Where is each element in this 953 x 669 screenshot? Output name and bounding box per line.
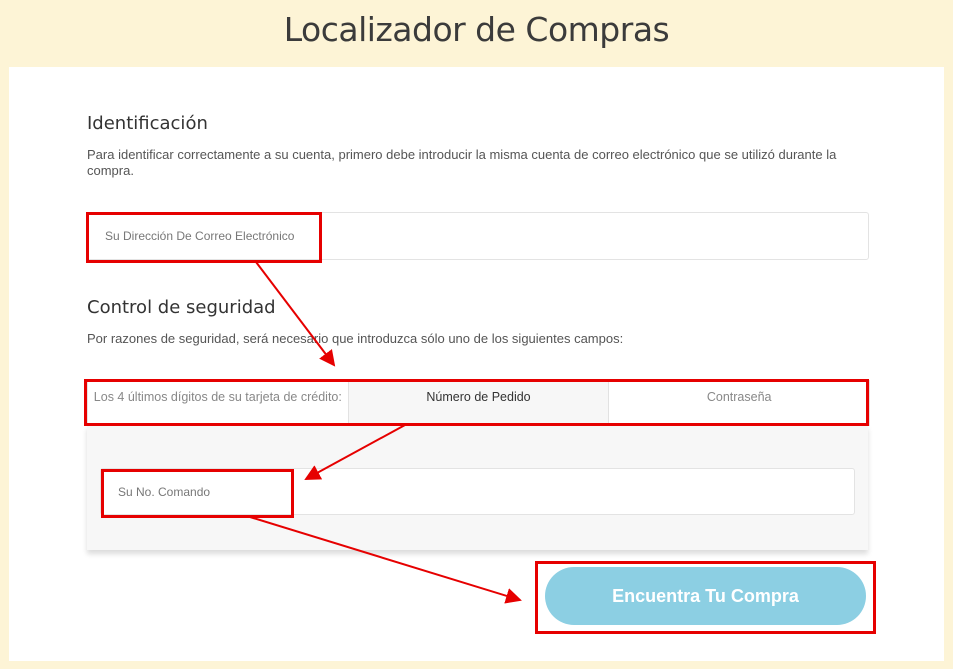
security-heading: Control de seguridad <box>87 297 276 318</box>
annotation-box-button <box>535 561 876 634</box>
identification-heading: Identificación <box>87 113 208 134</box>
annotation-box-email <box>86 212 322 263</box>
security-description: Por razones de seguridad, será necesario… <box>87 331 624 346</box>
annotation-box-tabs <box>84 379 869 426</box>
page-title: Localizador de Compras <box>283 10 670 49</box>
identification-description: Para identificar correctamente a su cuen… <box>87 147 837 178</box>
annotation-box-order <box>101 469 294 518</box>
